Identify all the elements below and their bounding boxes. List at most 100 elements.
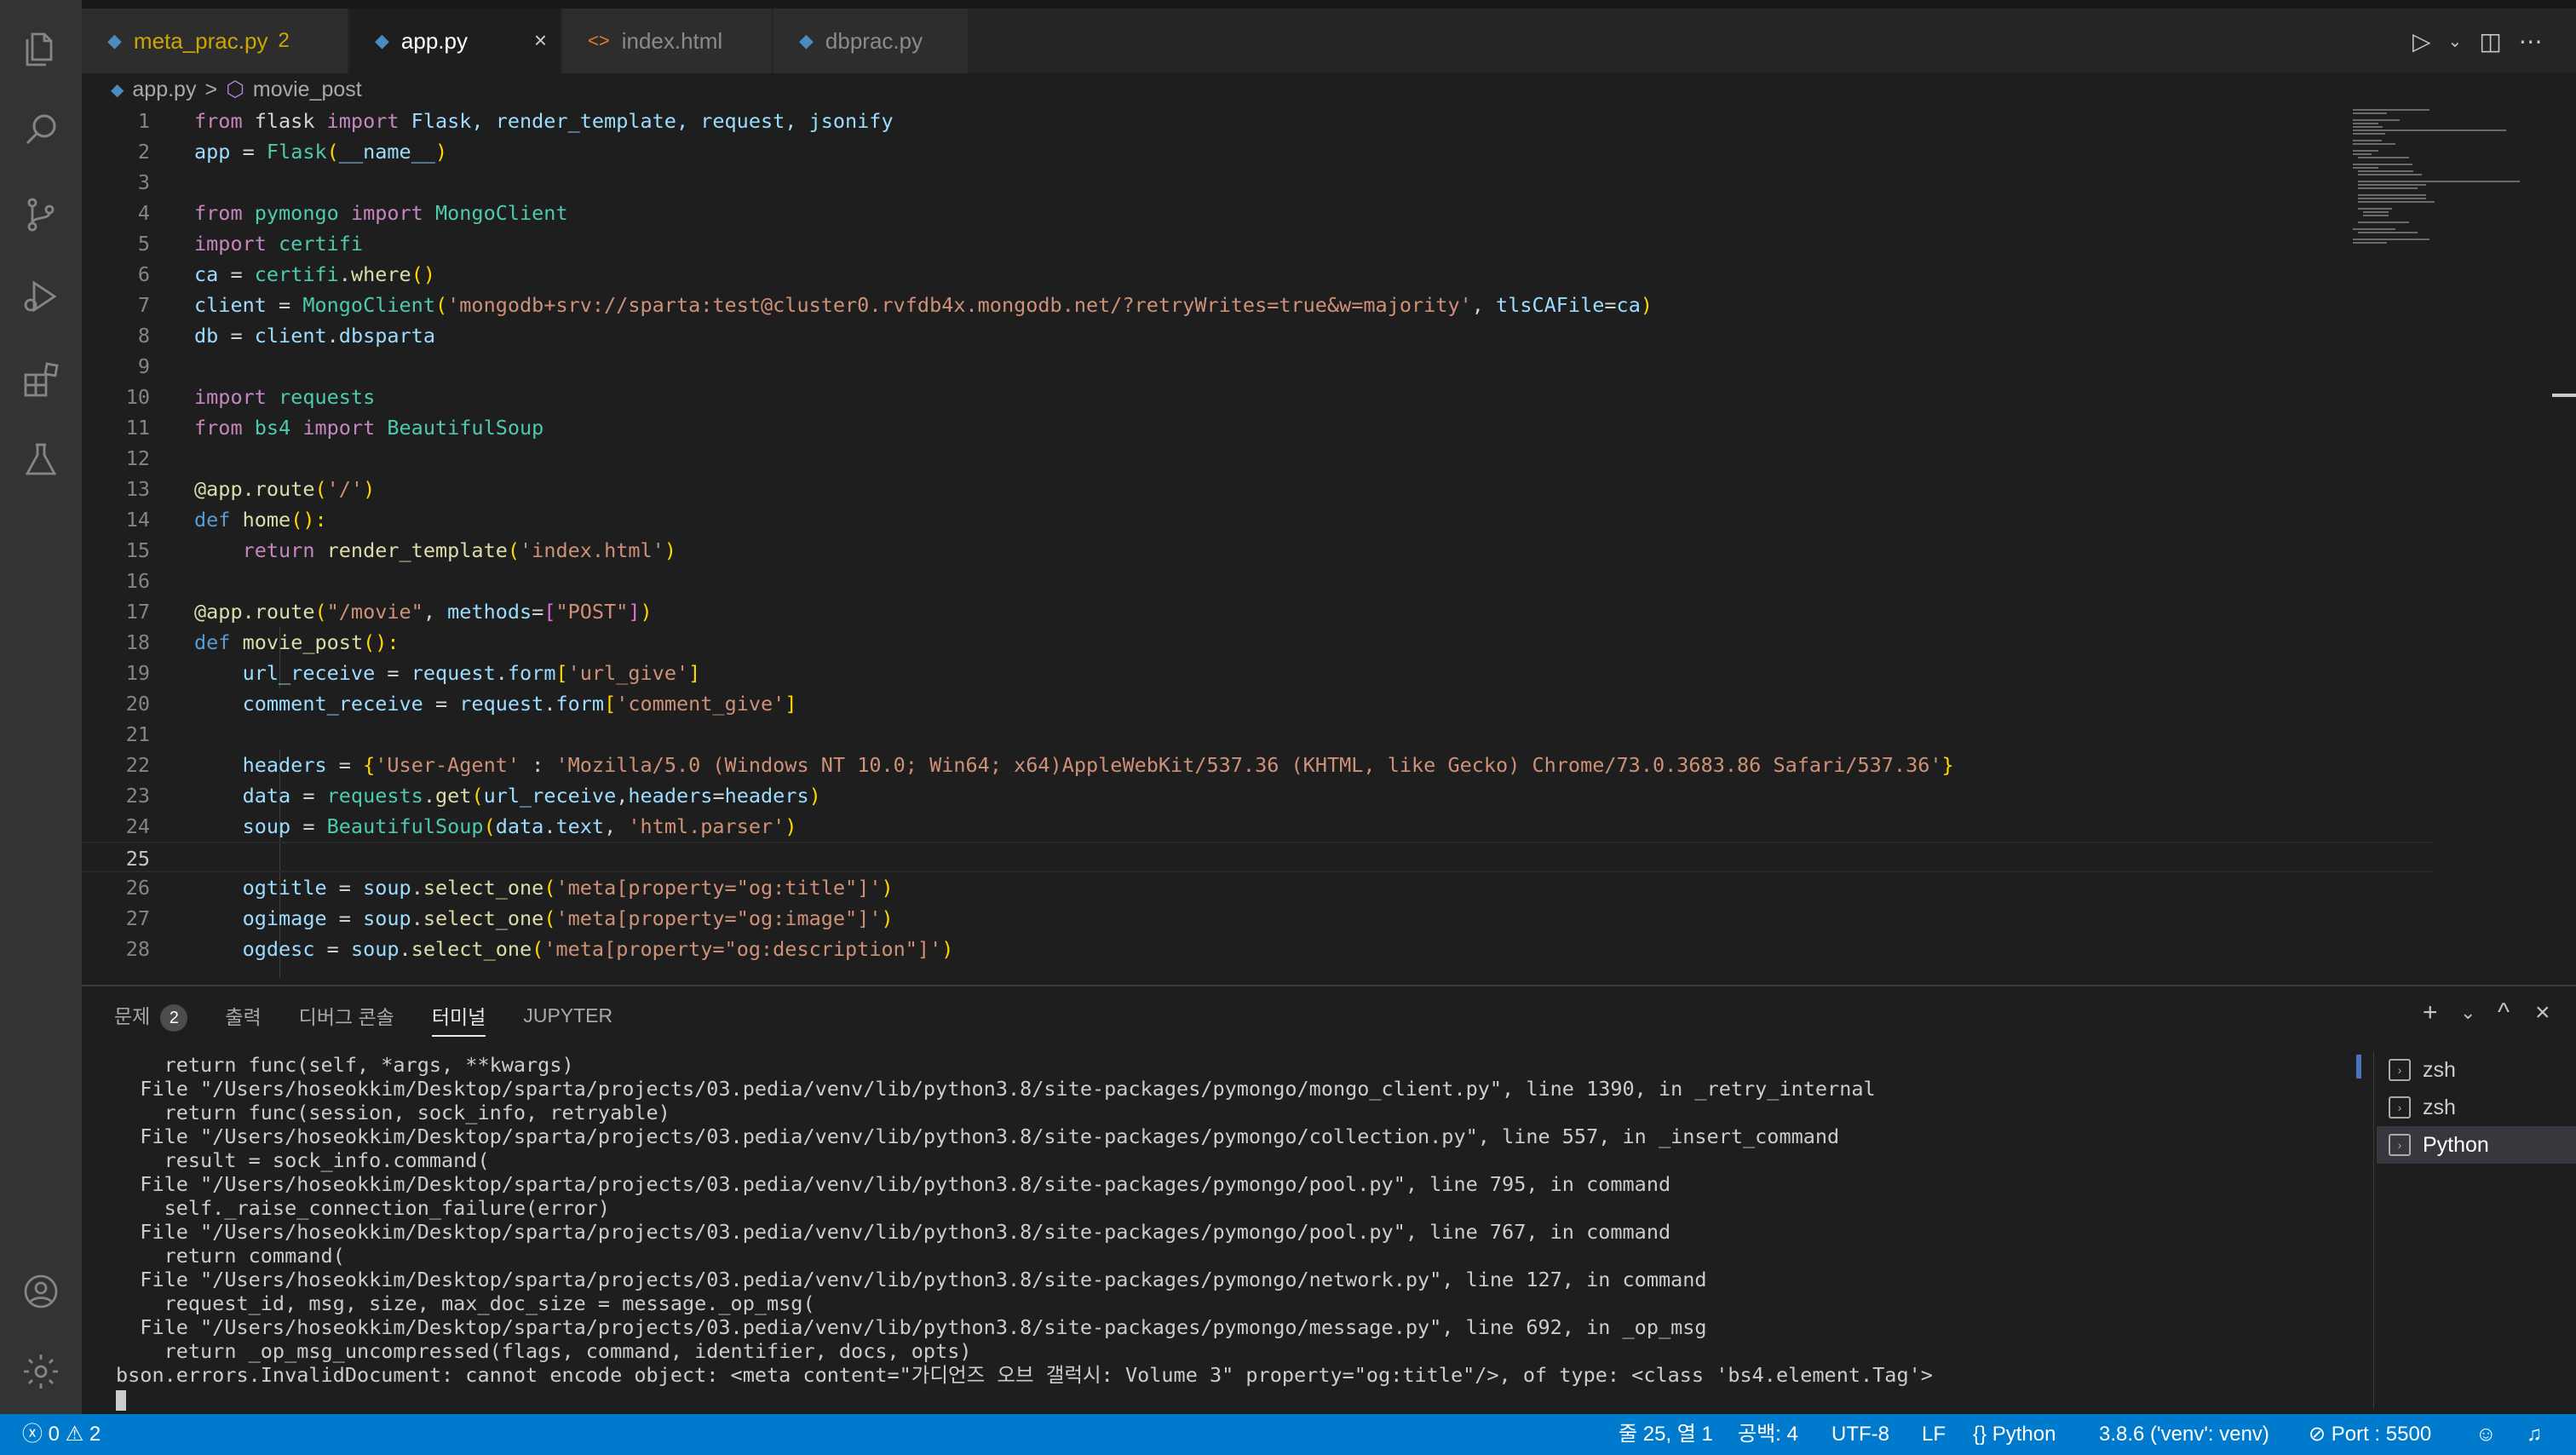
- editor-tab-bar: ◆ meta_prac.py 2 ◆ app.py × <> index.htm…: [82, 9, 2576, 73]
- tab-debug-console[interactable]: 디버그 콘솔: [299, 1001, 394, 1030]
- code-line: 6 ca = certifi.where(): [137, 262, 435, 286]
- tab-problems[interactable]: 문제 2: [114, 1000, 188, 1032]
- terminal-line: return func(self, *args, **kwargs): [116, 1053, 574, 1077]
- terminal-icon: ›: [2389, 1059, 2411, 1081]
- settings-gear-icon[interactable]: [17, 1348, 65, 1395]
- tab-label: meta_prac.py: [133, 27, 268, 54]
- terminal-line: result = sock_info.command(: [116, 1148, 490, 1172]
- code-line: 20 comment_receive = request.form['comme…: [125, 692, 797, 716]
- braces-icon: {}: [1973, 1423, 1987, 1446]
- code-line: 13 @app.route('/'): [125, 477, 376, 501]
- terminal-scrollbar[interactable]: [2356, 1055, 2361, 1078]
- terminal-icon: ›: [2389, 1096, 2411, 1119]
- run-debug-icon[interactable]: [17, 273, 65, 320]
- no-entry-icon: ⊘: [2309, 1423, 2326, 1446]
- tab-index-html[interactable]: <> index.html: [562, 9, 772, 73]
- tab-jupyter[interactable]: JUPYTER: [523, 1004, 612, 1027]
- code-line: 14 def home():: [125, 508, 327, 532]
- python-icon: ◆: [111, 80, 124, 100]
- chevron-down-icon[interactable]: ⌄: [2460, 1002, 2475, 1024]
- tab-output[interactable]: 출력: [225, 1001, 261, 1030]
- breadcrumb: ◆ app.py > ⬡ movie_post: [111, 75, 362, 104]
- indentation-status[interactable]: 공백: 4: [1738, 1414, 1798, 1455]
- code-line: 19 url_receive = request.form['url_give'…: [125, 661, 701, 685]
- more-actions-icon[interactable]: ⋯: [2519, 27, 2543, 55]
- new-terminal-icon[interactable]: +: [2423, 998, 2438, 1027]
- chevron-down-icon[interactable]: ⌄: [2448, 31, 2463, 52]
- error-icon: ⓧ: [22, 1423, 43, 1446]
- code-editor[interactable]: 1 from flask import Flask, render_templat…: [82, 106, 2467, 978]
- live-server-status[interactable]: ⊘ Port : 5500: [2309, 1414, 2431, 1455]
- tab-terminal[interactable]: 터미널: [431, 1001, 486, 1037]
- terminal-item-zsh[interactable]: › zsh: [2377, 1089, 2576, 1126]
- breadcrumb-file[interactable]: app.py: [132, 78, 196, 102]
- terminal-line: return command(: [116, 1244, 345, 1268]
- warning-icon: ⚠: [65, 1423, 84, 1446]
- search-icon[interactable]: [17, 106, 65, 153]
- tab-dbprac[interactable]: ◆ dbprac.py: [773, 9, 968, 73]
- tab-label: index.html: [621, 27, 723, 54]
- terminal-line: bson.errors.InvalidDocument: cannot enco…: [116, 1363, 1933, 1387]
- python-icon: ◆: [799, 30, 814, 51]
- close-icon[interactable]: ×: [534, 27, 547, 54]
- explorer-icon[interactable]: [17, 26, 65, 73]
- split-editor-icon[interactable]: ◫: [2479, 27, 2501, 55]
- tab-problem-badge: 2: [278, 29, 290, 52]
- code-line: 10 import requests: [125, 385, 376, 409]
- window-top-strip: [0, 0, 2576, 9]
- python-interpreter[interactable]: 3.8.6 ('venv': venv): [2099, 1414, 2269, 1455]
- testing-flask-icon[interactable]: [17, 436, 65, 484]
- editor-actions: ▷ ⌄ ◫ ⋯: [2412, 22, 2543, 60]
- extensions-icon[interactable]: [17, 356, 65, 404]
- terminal-item-python[interactable]: › Python: [2377, 1126, 2576, 1164]
- code-line: 11 from bs4 import BeautifulSoup: [125, 416, 544, 440]
- tab-label: app.py: [400, 27, 468, 54]
- terminal-line: File "/Users/hoseokkim/Desktop/sparta/pr…: [116, 1124, 1840, 1148]
- breadcrumb-separator: >: [204, 77, 218, 101]
- problems-count-badge: 2: [160, 1004, 188, 1032]
- code-line: 2 app = Flask(__name__): [137, 140, 448, 164]
- tab-app-py[interactable]: ◆ app.py ×: [349, 9, 561, 73]
- code-line: 26 ogtitle = soup.select_one('meta[prope…: [125, 876, 894, 900]
- overview-ruler-marker: [2552, 394, 2576, 397]
- terminal-item-zsh[interactable]: › zsh: [2377, 1051, 2576, 1089]
- code-line: 3: [137, 170, 150, 194]
- tab-label: dbprac.py: [825, 27, 923, 54]
- python-icon: ◆: [375, 30, 389, 51]
- symbol-method-icon: ⬡: [226, 78, 244, 101]
- terminal-icon: ›: [2389, 1134, 2411, 1156]
- terminal-line: File "/Users/hoseokkim/Desktop/sparta/pr…: [116, 1077, 1876, 1101]
- account-icon[interactable]: [17, 1268, 65, 1315]
- breadcrumb-symbol[interactable]: movie_post: [253, 78, 362, 102]
- source-control-icon[interactable]: [17, 191, 65, 239]
- close-panel-icon[interactable]: ×: [2535, 998, 2550, 1027]
- code-line: 16: [125, 569, 150, 593]
- python-icon: ◆: [107, 30, 122, 51]
- cursor-position[interactable]: 줄 25, 열 1: [1619, 1414, 1713, 1455]
- problems-status[interactable]: ⓧ 0 ⚠ 2: [22, 1414, 101, 1455]
- notifications-bell-icon[interactable]: ♫: [2527, 1414, 2542, 1455]
- terminal-cursor: [116, 1389, 126, 1411]
- code-line: 7 client = MongoClient('mongodb+srv://spa…: [137, 293, 1653, 317]
- code-line: 8 db = client.dbsparta: [137, 324, 435, 348]
- code-line: 27 ogimage = soup.select_one('meta[prope…: [125, 906, 894, 930]
- terminal-line: File "/Users/hoseokkim/Desktop/sparta/pr…: [116, 1315, 1707, 1339]
- terminal-line: return _op_msg_uncompressed(flags, comma…: [116, 1339, 972, 1363]
- code-line: 9: [137, 354, 150, 378]
- encoding-status[interactable]: UTF-8: [1831, 1414, 1889, 1455]
- tab-meta-prac[interactable]: ◆ meta_prac.py 2: [82, 9, 348, 73]
- feedback-icon[interactable]: ☺: [2475, 1414, 2497, 1455]
- code-line: 5 import certifi: [137, 232, 364, 256]
- code-line: 23 data = requests.get(url_receive,heade…: [125, 784, 821, 808]
- minimap[interactable]: [2351, 106, 2521, 276]
- run-icon[interactable]: ▷: [2412, 27, 2431, 55]
- language-status[interactable]: {} Python: [1973, 1414, 2056, 1455]
- terminal-line: request_id, msg, size, max_doc_size = me…: [116, 1291, 815, 1315]
- terminal-prompt[interactable]: [116, 1387, 2441, 1411]
- status-bar: ⓧ 0 ⚠ 2 줄 25, 열 1 공백: 4 UTF-8 LF {} Pyth…: [0, 1414, 2576, 1455]
- eol-status[interactable]: LF: [1922, 1414, 1946, 1455]
- terminal-list: › zsh › zsh › Python: [2377, 1051, 2576, 1164]
- panel-tabs: 문제 2 출력 디버그 콘솔 터미널 JUPYTER: [114, 998, 612, 1037]
- maximize-panel-icon[interactable]: ^: [2498, 998, 2510, 1027]
- terminal-output[interactable]: return func(self, *args, **kwargs) File …: [116, 1053, 2441, 1411]
